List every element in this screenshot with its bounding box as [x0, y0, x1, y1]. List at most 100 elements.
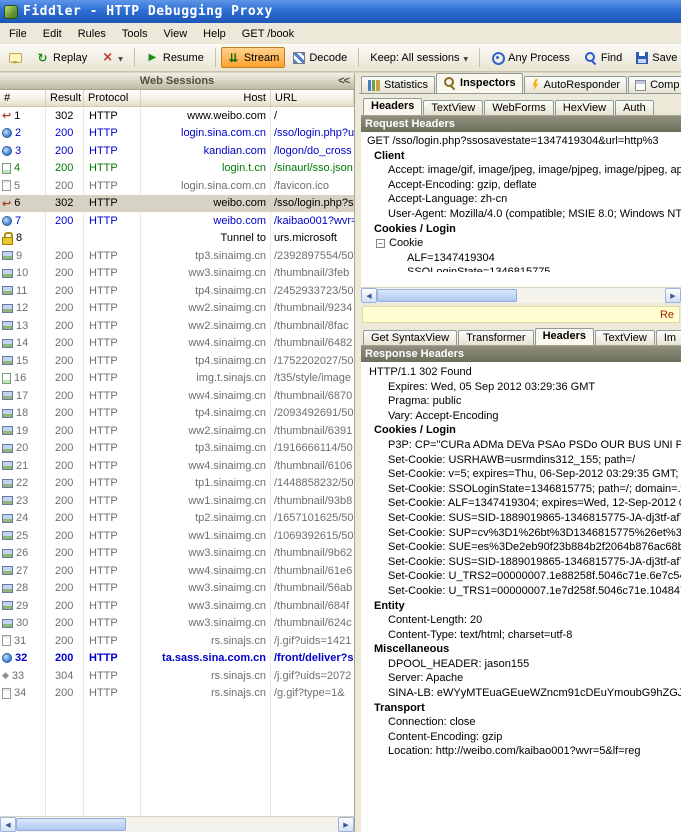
session-url-cell: /thumbnail/93b8	[271, 492, 354, 510]
response-tab-textview[interactable]: TextView	[595, 330, 655, 346]
column-header-protocol[interactable]: Protocol	[84, 90, 141, 106]
session-row[interactable]: 15200HTTPtp4.sinaimg.cn/1752202027/50	[0, 352, 354, 370]
column-header-num[interactable]: #	[0, 90, 46, 106]
header-line: Cookies / Login	[361, 222, 681, 237]
session-protocol-cell: HTTP	[84, 160, 141, 178]
response-tab-im[interactable]: Im	[656, 330, 681, 346]
comment-button[interactable]	[3, 49, 28, 67]
scrollbar-track[interactable]	[377, 288, 665, 303]
response-encoded-notice[interactable]: Re	[362, 306, 680, 323]
scrollbar-thumb[interactable]	[377, 289, 517, 302]
session-row[interactable]: 27200HTTPww4.sinaimg.cn/thumbnail/61e6	[0, 562, 354, 580]
session-row[interactable]: 25200HTTPww1.sinaimg.cn/1069392615/50	[0, 527, 354, 545]
session-row[interactable]: 9200HTTPtp3.sinaimg.cn/2392897554/50	[0, 247, 354, 265]
scrollbar-thumb[interactable]	[16, 818, 126, 831]
scroll-right-button[interactable]	[665, 288, 681, 303]
collapse-panel-button[interactable]: <<	[338, 75, 349, 87]
menu-item-view[interactable]: View	[156, 25, 196, 43]
response-tab-transformer[interactable]: Transformer	[458, 330, 534, 346]
tab-statistics[interactable]: Statistics	[361, 76, 435, 94]
session-row[interactable]: 14200HTTPww4.sinaimg.cn/thumbnail/6482	[0, 335, 354, 353]
menu-item-edit[interactable]: Edit	[35, 25, 70, 43]
session-row[interactable]: 3200HTTPkandian.com/logon/do_cross	[0, 142, 354, 160]
session-row[interactable]: 2200HTTPlogin.sina.com.cn/sso/login.php?…	[0, 125, 354, 143]
session-row[interactable]: 12200HTTPww2.sinaimg.cn/thumbnail/9234	[0, 300, 354, 318]
session-row[interactable]: 17200HTTPww4.sinaimg.cn/thumbnail/6870	[0, 387, 354, 405]
stream-button[interactable]: Stream	[221, 47, 285, 68]
any-process-button[interactable]: Any Process	[485, 47, 576, 68]
session-host-cell: ww3.sinaimg.cn	[141, 580, 271, 598]
session-row[interactable]: 16200HTTPimg.t.sinajs.cn/t35/style/image	[0, 370, 354, 388]
menu-item-rules[interactable]: Rules	[70, 25, 114, 43]
replay-button[interactable]: Replay	[30, 47, 93, 68]
menu-item-file[interactable]: File	[1, 25, 35, 43]
sessions-horizontal-scrollbar[interactable]	[0, 816, 354, 832]
request-tab-hexview[interactable]: HexView	[555, 100, 614, 116]
session-row[interactable]: 7200HTTPweibo.com/kaibao001?wvr=	[0, 212, 354, 230]
tab-inspectors[interactable]: Inspectors	[436, 73, 523, 93]
tab-autoresponder[interactable]: AutoResponder	[524, 76, 627, 94]
request-tab-textview[interactable]: TextView	[423, 100, 483, 116]
decode-button[interactable]: Decode	[287, 48, 353, 68]
collapse-toggle-icon[interactable]	[376, 239, 385, 248]
composer-icon	[635, 80, 646, 91]
session-row[interactable]: 21200HTTPww4.sinaimg.cn/thumbnail/6106	[0, 457, 354, 475]
menu-item-tools[interactable]: Tools	[114, 25, 156, 43]
resume-button[interactable]: Resume	[140, 47, 210, 68]
request-tab-headers[interactable]: Headers	[363, 98, 422, 115]
session-row[interactable]: 4200HTTPlogin.t.cn/sinaurl/sso.json	[0, 160, 354, 178]
session-row[interactable]: 31200HTTPrs.sinajs.cn/j.gif?uids=1421	[0, 632, 354, 650]
session-row[interactable]: 22200HTTPtp1.sinaimg.cn/1448858232/50	[0, 475, 354, 493]
find-button[interactable]: Find	[578, 47, 628, 68]
session-host-cell: ww1.sinaimg.cn	[141, 492, 271, 510]
scroll-right-button[interactable]	[338, 817, 354, 832]
request-headers-title: Request Headers	[365, 118, 455, 130]
response-tab-headers[interactable]: Headers	[535, 328, 594, 345]
session-row[interactable]: 33304HTTPrs.sinajs.cn/j.gif?uids=2072	[0, 667, 354, 685]
session-row[interactable]: 1302HTTPwww.weibo.com/	[0, 107, 354, 125]
column-header-host[interactable]: Host	[141, 90, 271, 106]
session-row[interactable]: 10200HTTPww3.sinaimg.cn/thumbnail/3feb	[0, 265, 354, 283]
session-row[interactable]: 20200HTTPtp3.sinaimg.cn/1916666114/50	[0, 440, 354, 458]
save-button[interactable]: Save	[630, 48, 681, 68]
menu-item-help[interactable]: Help	[195, 25, 234, 43]
response-tab-get-syntaxview[interactable]: Get SyntaxView	[363, 330, 457, 346]
scroll-left-button[interactable]	[0, 817, 16, 832]
request-tab-auth[interactable]: Auth	[615, 100, 654, 116]
request-tab-webforms[interactable]: WebForms	[484, 100, 554, 116]
remove-button[interactable]	[95, 47, 129, 68]
session-row[interactable]: 30200HTTPww3.sinaimg.cn/thumbnail/624c	[0, 615, 354, 633]
session-row[interactable]: 18200HTTPtp4.sinaimg.cn/2093492691/50	[0, 405, 354, 423]
session-row[interactable]: 23200HTTPww1.sinaimg.cn/thumbnail/93b8	[0, 492, 354, 510]
session-row[interactable]: 6302HTTPweibo.com/sso/login.php?s	[0, 195, 354, 213]
session-row[interactable]: 19200HTTPww2.sinaimg.cn/thumbnail/6391	[0, 422, 354, 440]
header-line: Content-Length: 20	[361, 613, 681, 628]
session-row[interactable]: 28200HTTPww3.sinaimg.cn/thumbnail/56ab	[0, 580, 354, 598]
session-row[interactable]: 24200HTTPtp2.sinaimg.cn/1657101625/50	[0, 510, 354, 528]
session-row[interactable]: 26200HTTPww3.sinaimg.cn/thumbnail/9b62	[0, 545, 354, 563]
session-host-cell: ww3.sinaimg.cn	[141, 597, 271, 615]
column-header-result[interactable]: Result	[46, 90, 84, 106]
request-horizontal-scrollbar[interactable]	[361, 287, 681, 303]
keep-button[interactable]: Keep: All sessions	[364, 48, 474, 68]
session-result-cell: 200	[46, 685, 84, 703]
header-line: Entity	[361, 599, 681, 614]
session-row[interactable]: 29200HTTPww3.sinaimg.cn/thumbnail/684f	[0, 597, 354, 615]
session-number-cell: 7	[0, 212, 46, 230]
session-row[interactable]: 5200HTTPlogin.sina.com.cn/favicon.ico	[0, 177, 354, 195]
column-header-url[interactable]: URL	[271, 90, 354, 106]
session-row[interactable]: 32200HTTPta.sass.sina.com.cn/front/deliv…	[0, 650, 354, 668]
session-row[interactable]: 11200HTTPtp4.sinaimg.cn/2452933723/50	[0, 282, 354, 300]
scrollbar-track[interactable]	[16, 817, 338, 832]
session-row[interactable]: 13200HTTPww2.sinaimg.cn/thumbnail/8fac	[0, 317, 354, 335]
session-host-cell: weibo.com	[141, 195, 271, 213]
session-host-cell: ww2.sinaimg.cn	[141, 422, 271, 440]
session-url-cell: /thumbnail/9234	[271, 300, 354, 318]
tab-comp[interactable]: Comp	[628, 76, 681, 94]
menu-item-get-book[interactable]: GET /book	[234, 25, 302, 43]
scroll-left-button[interactable]	[361, 288, 377, 303]
session-row[interactable]: 34200HTTPrs.sinajs.cn/g.gif?type=1&	[0, 685, 354, 703]
header-line: Set-Cookie: SUS=SID-1889019865-134681577…	[361, 555, 681, 570]
session-result-cell: 200	[46, 632, 84, 650]
session-row[interactable]: 8Tunnel tours.microsoft	[0, 230, 354, 248]
